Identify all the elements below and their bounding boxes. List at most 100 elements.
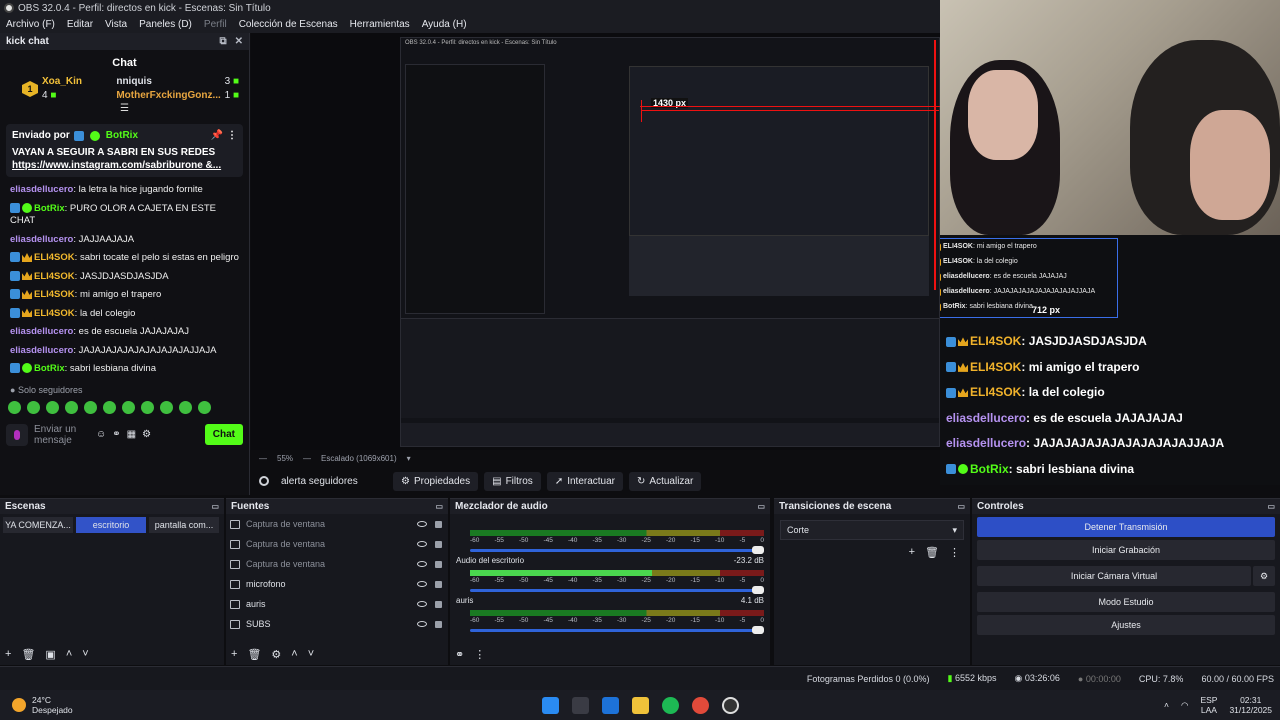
obs-taskbar-icon[interactable] <box>722 696 739 714</box>
lock-icon[interactable] <box>435 600 442 608</box>
dock-menu-icon[interactable]: ▭ <box>957 502 965 511</box>
wifi-icon[interactable]: ◠ <box>1181 700 1188 710</box>
chat-send-button[interactable]: Chat <box>204 424 243 445</box>
emote-icon[interactable] <box>160 400 173 414</box>
chat-username[interactable]: eliasdellucero <box>10 345 73 356</box>
zoom-level[interactable]: 55% <box>277 454 293 463</box>
gear-icon[interactable]: ⚙ <box>271 648 281 661</box>
spotify-icon[interactable] <box>662 696 679 714</box>
emote-icon[interactable] <box>179 400 192 414</box>
expand-icon[interactable]: ☰ <box>0 103 249 114</box>
interact-button[interactable]: ➚ Interactuar <box>546 471 624 491</box>
lock-icon[interactable] <box>435 620 442 628</box>
scale-label[interactable]: Escalado (1069x601) <box>321 454 397 463</box>
stop-stream-button[interactable]: Detener Transmisión <box>977 517 1275 537</box>
transition-select[interactable]: Corte ▾ <box>780 520 964 540</box>
source-item[interactable]: Captura de ventana <box>226 534 448 554</box>
eye-icon[interactable] <box>417 581 427 587</box>
top-gifter-name[interactable]: MotherFxckingGonz... <box>116 89 220 103</box>
menu-editar[interactable]: Editar <box>61 19 99 30</box>
weather-widget[interactable]: 24°C Despejado <box>0 695 73 715</box>
scene-item[interactable]: pantalla com... <box>149 517 219 533</box>
more-icon[interactable]: ⋮ <box>949 546 960 559</box>
add-icon[interactable]: + <box>5 648 11 661</box>
lock-icon[interactable] <box>435 540 442 548</box>
more-icon[interactable]: ⋮ <box>474 648 485 661</box>
emote-icon[interactable] <box>122 400 135 414</box>
dock-menu-icon[interactable]: ▭ <box>1267 502 1275 511</box>
emote-icon[interactable] <box>84 400 97 414</box>
emote-icon[interactable] <box>8 400 21 414</box>
down-icon[interactable]: ˅ <box>82 648 88 661</box>
clock[interactable]: 02:31 31/12/2025 <box>1229 695 1272 715</box>
lock-icon[interactable] <box>435 580 442 588</box>
eye-hidden-icon[interactable] <box>417 521 427 527</box>
gift-icon[interactable]: ▦ <box>127 429 136 440</box>
menu-coleccion[interactable]: Colección de Escenas <box>233 19 344 30</box>
dock-menu-icon[interactable]: ▭ <box>211 502 219 511</box>
trash-icon[interactable]: 🗑 <box>925 546 939 559</box>
chat-username[interactable]: eliasdellucero <box>10 326 73 337</box>
top-gifter-name[interactable]: Xoa_Kin <box>42 75 82 89</box>
microphone-icon[interactable] <box>6 423 28 446</box>
emote-icon[interactable] <box>141 400 154 414</box>
link-icon[interactable]: ⚭ <box>112 429 120 440</box>
emoji-icon[interactable]: ☺ <box>96 429 106 440</box>
top-gifter-name[interactable]: nniquis <box>116 75 152 89</box>
emote-icon[interactable] <box>103 400 116 414</box>
lock-icon[interactable] <box>435 520 442 528</box>
volume-slider[interactable] <box>470 586 764 594</box>
start-recording-button[interactable]: Iniciar Grabación <box>977 540 1275 560</box>
source-item[interactable]: Captura de ventana <box>226 514 448 534</box>
down-icon[interactable]: ˅ <box>308 648 314 661</box>
dock-menu-icon[interactable]: ▭ <box>435 502 443 511</box>
file-explorer-icon[interactable] <box>632 696 649 714</box>
pin-icon[interactable]: 📌 <box>211 129 223 142</box>
eye-hidden-icon[interactable] <box>417 561 427 567</box>
filter-icon[interactable]: ▣ <box>45 648 55 661</box>
refresh-button[interactable]: ↻ Actualizar <box>629 471 702 491</box>
gear-icon[interactable]: ⚙ <box>1253 566 1275 586</box>
chevron-down-icon[interactable]: ▾ <box>407 454 411 463</box>
volume-slider[interactable] <box>470 626 764 634</box>
chat-username[interactable]: BotRix <box>34 203 65 214</box>
source-item[interactable]: auris <box>226 594 448 614</box>
chat-username[interactable]: ELI4SOK <box>34 308 75 319</box>
link-icon[interactable]: ⚭ <box>455 648 464 661</box>
eye-hidden-icon[interactable] <box>417 541 427 547</box>
chat-username[interactable]: BotRix <box>34 363 65 374</box>
close-icon[interactable]: ✕ <box>235 36 243 47</box>
windows-start-icon[interactable] <box>542 696 559 714</box>
eye-icon[interactable] <box>417 601 427 607</box>
chat-username[interactable]: ELI4SOK <box>34 271 75 282</box>
trash-icon[interactable]: 🗑 <box>247 648 261 661</box>
emote-icon[interactable] <box>65 400 78 414</box>
zoom-in-button[interactable]: — <box>303 454 311 463</box>
filters-button[interactable]: ▤ Filtros <box>484 471 541 491</box>
scene-item-selected[interactable]: escritorio <box>76 517 146 533</box>
menu-paneles[interactable]: Paneles (D) <box>133 19 198 30</box>
zoom-out-button[interactable]: — <box>259 454 267 463</box>
settings-button[interactable]: Ajustes <box>977 615 1275 635</box>
task-view-icon[interactable] <box>572 696 589 714</box>
settings-icon[interactable]: ⚙ <box>142 429 151 440</box>
chrome-icon[interactable] <box>692 696 709 714</box>
scene-item[interactable]: YA COMENZA... <box>3 517 73 533</box>
chat-input[interactable]: Enviar un mensaje <box>34 424 90 446</box>
undock-icon[interactable]: ⧉ <box>219 36 226 47</box>
menu-herramientas[interactable]: Herramientas <box>344 19 416 30</box>
lock-icon[interactable] <box>435 560 442 568</box>
up-icon[interactable]: ˄ <box>291 648 297 661</box>
properties-button[interactable]: ⚙ Propiedades <box>393 471 479 491</box>
menu-perfil[interactable]: Perfil <box>198 19 233 30</box>
pinned-link[interactable]: https://www.instagram.com/sabriburone &.… <box>12 160 221 171</box>
add-icon[interactable]: + <box>231 648 237 661</box>
trash-icon[interactable]: 🗑 <box>21 648 35 661</box>
source-item[interactable]: microfono <box>226 574 448 594</box>
menu-archivo[interactable]: Archivo (F) <box>0 19 61 30</box>
studio-mode-button[interactable]: Modo Estudio <box>977 592 1275 612</box>
chevron-up-icon[interactable]: ˄ <box>1164 700 1169 710</box>
language-indicator[interactable]: ESP LAA <box>1200 695 1217 715</box>
emote-icon[interactable] <box>198 400 211 414</box>
outlook-icon[interactable] <box>602 696 619 714</box>
